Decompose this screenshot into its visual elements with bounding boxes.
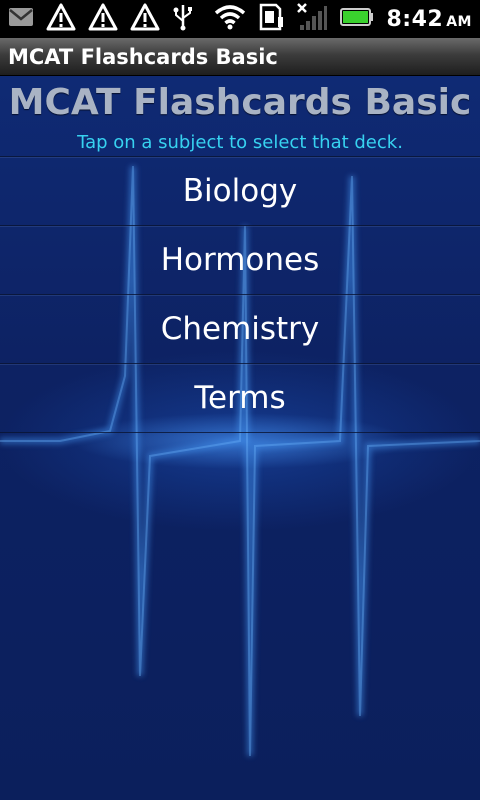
warning-icon	[88, 3, 118, 35]
subject-list: Biology Hormones Chemistry Terms	[0, 156, 480, 433]
status-bar: 8:42 AM	[0, 0, 480, 38]
subject-item-biology[interactable]: Biology	[0, 156, 480, 225]
subject-item-hormones[interactable]: Hormones	[0, 225, 480, 294]
notification-icons	[8, 3, 194, 35]
warning-icon	[130, 3, 160, 35]
wifi-icon	[214, 4, 246, 34]
page-title: MCAT Flashcards Basic	[8, 82, 472, 123]
warning-icon	[46, 3, 76, 35]
sd-card-icon	[258, 3, 284, 35]
title-bar-text: MCAT Flashcards Basic	[8, 44, 278, 69]
subject-label: Chemistry	[160, 311, 320, 347]
app-title-bar: MCAT Flashcards Basic	[0, 38, 480, 76]
no-signal-icon	[296, 2, 328, 36]
instruction-text: Tap on a subject to select that deck.	[77, 132, 403, 153]
main-content: MCAT Flashcards Basic Tap on a subject t…	[0, 76, 480, 800]
clock-ampm: AM	[446, 13, 472, 30]
battery-icon	[340, 7, 374, 31]
clock-time: 8:42	[386, 6, 444, 32]
subject-item-chemistry[interactable]: Chemistry	[0, 294, 480, 363]
status-clock: 8:42 AM	[386, 7, 472, 32]
subject-label: Hormones	[160, 242, 320, 278]
subject-label: Biology	[182, 173, 298, 209]
gmail-icon	[8, 6, 34, 32]
system-status-icons: 8:42 AM	[214, 2, 472, 36]
subject-label: Terms	[194, 380, 286, 416]
subject-item-terms[interactable]: Terms	[0, 363, 480, 433]
usb-icon	[172, 3, 194, 35]
